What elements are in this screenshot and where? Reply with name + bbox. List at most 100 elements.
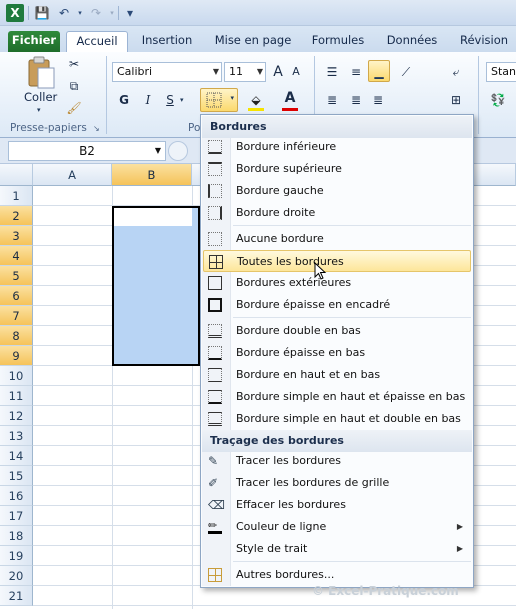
underline-dropdown-icon[interactable]: ▾ (180, 96, 184, 104)
align-middle-icon[interactable]: ≡ (346, 62, 366, 82)
row-header-8[interactable]: 8 (0, 326, 33, 346)
row-header-13[interactable]: 13 (0, 426, 33, 446)
menu-item-tracer-les-bordures[interactable]: ✎ Tracer les bordures (203, 450, 471, 472)
paste-icon[interactable] (26, 56, 56, 90)
row-header-20[interactable]: 20 (0, 566, 33, 586)
align-top-icon[interactable]: ☰ (322, 62, 342, 82)
row-header-18[interactable]: 18 (0, 526, 33, 546)
row-header-16[interactable]: 16 (0, 486, 33, 506)
more-borders-icon (208, 568, 222, 582)
paste-button-label[interactable]: Coller (24, 90, 57, 104)
align-left-icon[interactable]: ≣ (322, 90, 342, 110)
cut-icon[interactable]: ✂ (64, 54, 84, 74)
tab-formules[interactable]: Formules (306, 31, 370, 52)
name-box[interactable]: B2 ▼ (8, 141, 166, 161)
undo-icon[interactable]: ↶ (56, 5, 72, 21)
font-size-field[interactable]: 11 ▼ (224, 62, 266, 82)
fill-color-icon[interactable]: ⬙ (246, 90, 266, 110)
copy-icon[interactable]: ⧉ (64, 76, 84, 96)
row-header-2[interactable]: 2 (0, 206, 33, 226)
menu-item-simple-haut-epaisse-bas[interactable]: Bordure simple en haut et épaisse en bas (203, 386, 471, 408)
row-header-4[interactable]: 4 (0, 246, 33, 266)
dialog-launcher-icon[interactable]: ↘ (93, 124, 100, 133)
borders-dropdown-menu: Bordures Bordure inférieure Bordure supé… (200, 114, 474, 588)
tab-fichier[interactable]: Fichier (8, 31, 60, 52)
menu-item-bordure-gauche[interactable]: Bordure gauche (203, 180, 471, 202)
number-format-field[interactable]: Stand (486, 62, 516, 82)
active-cell-b2[interactable] (114, 208, 192, 226)
select-all-corner[interactable] (0, 164, 33, 186)
row-header-3[interactable]: 3 (0, 226, 33, 246)
excel-logo-icon[interactable]: X (6, 4, 24, 22)
customize-toolbar-icon[interactable]: ▾ (122, 5, 138, 21)
menu-item-bordure-epaisse-encadre[interactable]: Bordure épaisse en encadré (203, 294, 471, 316)
no-border-icon (208, 232, 222, 246)
align-bottom-icon[interactable]: ▁ (368, 60, 390, 82)
all-borders-icon (209, 255, 223, 269)
menu-item-bordures-exterieures[interactable]: Bordures extérieures (203, 272, 471, 294)
save-icon[interactable]: 💾 (34, 5, 50, 21)
column-header-a[interactable]: A (33, 164, 112, 186)
chevron-down-icon[interactable]: ▼ (155, 142, 161, 160)
chevron-down-icon[interactable]: ▾ (230, 94, 234, 102)
row-header-7[interactable]: 7 (0, 306, 33, 326)
row-header-10[interactable]: 10 (0, 366, 33, 386)
menu-item-bordure-haut-et-bas[interactable]: Bordure en haut et en bas (203, 364, 471, 386)
formula-bar-button[interactable] (168, 141, 188, 161)
chevron-down-icon[interactable]: ▼ (257, 63, 263, 81)
chevron-down-icon[interactable]: ▼ (213, 63, 219, 81)
bold-button[interactable]: G (114, 90, 134, 110)
menu-item-bordure-superieure[interactable]: Bordure supérieure (203, 158, 471, 180)
menu-item-couleur-de-ligne[interactable]: ✏ Couleur de ligne ▶ (203, 516, 471, 538)
format-painter-icon[interactable]: 🖌 (64, 98, 84, 118)
merge-center-icon[interactable]: ⊞ (446, 90, 466, 110)
italic-button[interactable]: I (138, 90, 158, 110)
group-separator (478, 56, 479, 134)
menu-item-effacer-bordures[interactable]: ⌫ Effacer les bordures (203, 494, 471, 516)
row-header-17[interactable]: 17 (0, 506, 33, 526)
menu-item-aucune-bordure[interactable]: Aucune bordure (203, 228, 471, 250)
row-header-21[interactable]: 21 (0, 586, 33, 606)
row-header-11[interactable]: 11 (0, 386, 33, 406)
menu-item-autres-bordures[interactable]: Autres bordures... (203, 564, 471, 586)
row-header-5[interactable]: 5 (0, 266, 33, 286)
wrap-text-icon[interactable]: ⤶ (446, 62, 466, 82)
tab-revision[interactable]: Révision (452, 31, 516, 52)
currency-icon[interactable]: 💱 (488, 90, 508, 110)
selection-range[interactable] (112, 206, 200, 366)
menu-item-bordure-droite[interactable]: Bordure droite (203, 202, 471, 224)
tab-donnees[interactable]: Données (380, 31, 444, 52)
undo-dropdown-icon[interactable]: ▾ (72, 5, 88, 21)
menu-item-toutes-les-bordures[interactable]: Toutes les bordures (203, 250, 471, 272)
tab-accueil[interactable]: Accueil (66, 31, 128, 52)
row-header-6[interactable]: 6 (0, 286, 33, 306)
font-color-icon[interactable]: A (280, 88, 300, 108)
row-header-9[interactable]: 9 (0, 346, 33, 366)
row-header-14[interactable]: 14 (0, 446, 33, 466)
align-center-icon[interactable]: ≣ (346, 90, 366, 110)
align-right-icon[interactable]: ≣ (368, 90, 388, 110)
borders-button[interactable]: ▾ (200, 88, 238, 112)
redo-icon[interactable]: ↷ (88, 5, 104, 21)
tab-insertion[interactable]: Insertion (136, 31, 198, 52)
left-border-icon (208, 184, 222, 198)
menu-item-bordure-epaisse-en-bas[interactable]: Bordure épaisse en bas (203, 342, 471, 364)
paste-dropdown-icon[interactable]: ▾ (37, 106, 41, 114)
orientation-icon[interactable]: ⟋ (396, 62, 416, 82)
menu-item-bordure-inferieure[interactable]: Bordure inférieure (203, 136, 471, 158)
row-header-12[interactable]: 12 (0, 406, 33, 426)
row-header-19[interactable]: 19 (0, 546, 33, 566)
row-header-1[interactable]: 1 (0, 186, 33, 206)
menu-item-bordure-double-en-bas[interactable]: Bordure double en bas (203, 320, 471, 342)
row-header-15[interactable]: 15 (0, 466, 33, 486)
font-name-field[interactable]: Calibri ▼ (112, 62, 222, 82)
column-header-b[interactable]: B (112, 164, 192, 186)
shrink-font-button[interactable]: A (286, 62, 306, 82)
underline-button[interactable]: S (160, 90, 180, 110)
tab-mise-en-page[interactable]: Mise en page (208, 31, 298, 52)
menu-item-style-de-trait[interactable]: Style de trait ▶ (203, 538, 471, 560)
grow-font-button[interactable]: A (268, 62, 288, 82)
menu-item-tracer-grille[interactable]: ✐ Tracer les bordures de grille (203, 472, 471, 494)
font-size-value: 11 (229, 65, 243, 78)
menu-item-simple-haut-double-bas[interactable]: Bordure simple en haut et double en bas (203, 408, 471, 430)
